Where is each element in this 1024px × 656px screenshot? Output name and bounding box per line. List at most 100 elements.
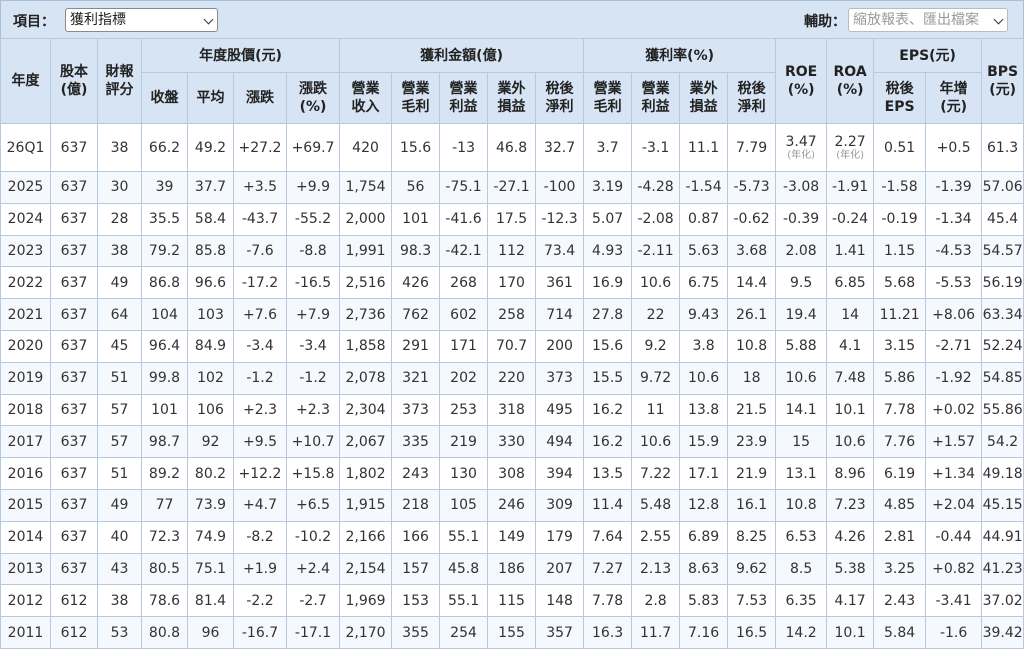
table-cell: 92: [187, 425, 234, 459]
table-cell: 17.5: [487, 202, 537, 236]
table-cell: 10.1: [826, 616, 875, 649]
table-cell: 5.07: [583, 202, 633, 236]
table-cell: 2017: [0, 425, 51, 459]
table-cell: 8.96: [826, 457, 875, 490]
table-cell: +15.8: [285, 457, 341, 490]
table-cell: 38: [97, 123, 142, 172]
table-cell: 2025: [0, 171, 51, 204]
table-cell: 246: [487, 488, 537, 522]
table-cell: 73.9: [187, 488, 234, 522]
table-cell: +6.5: [285, 488, 341, 522]
table-cell: 602: [439, 298, 489, 331]
table-cell: 18: [727, 361, 777, 395]
table-cell: 44.91: [981, 520, 1024, 554]
table-cell: 79.2: [141, 234, 188, 268]
table-cell: 46.8: [487, 123, 537, 172]
table-cell: 32.7: [535, 123, 585, 172]
table-cell: 22: [631, 298, 681, 331]
table-cell: 96.6: [187, 266, 234, 300]
table-cell: 54.2: [981, 425, 1024, 459]
table-cell: +1.9: [233, 552, 287, 586]
table-cell: 7.23: [826, 488, 875, 522]
table-cell: +9.5: [233, 425, 287, 459]
table-cell: 84.9: [187, 329, 234, 363]
table-cell: 16.3: [583, 616, 633, 649]
table-row: 26Q1 637 38 66.2 49.2 +27.2 +69.7 420 15.6 -13 46.…: [0, 123, 1024, 172]
table-cell: -3.08: [775, 171, 828, 204]
table-cell: -17.1: [285, 616, 341, 649]
table-cell: 7.53: [727, 584, 777, 618]
table-cell: 57.06: [981, 171, 1024, 204]
table-cell: 762: [391, 298, 441, 331]
table-cell: 2014: [0, 520, 51, 554]
table-cell: 2021: [0, 298, 51, 331]
col-rating: 財報 評分: [97, 38, 142, 124]
table-cell: 8.25: [727, 520, 777, 554]
table-cell: 714: [535, 298, 585, 331]
table-cell: -55.2: [285, 202, 341, 236]
table-cell: 207: [535, 552, 585, 586]
col-eps: 稅後 EPS: [873, 72, 927, 124]
table-cell: 7.64: [583, 520, 633, 554]
table-cell: -2.08: [631, 202, 681, 236]
col-non-operating-margin: 業外 損益: [679, 72, 729, 124]
table-cell: 53: [97, 616, 142, 649]
table-cell: -16.7: [233, 616, 287, 649]
table-cell: 15.6: [583, 329, 633, 363]
table-cell: 495: [535, 393, 585, 427]
aux-select[interactable]: 縮放報表、匯出檔案: [848, 8, 1008, 32]
table-cell: 10.6: [775, 361, 828, 395]
table-cell: 330: [487, 425, 537, 459]
table-cell: +3.5: [233, 171, 287, 204]
table-cell: 16.9: [583, 266, 633, 300]
table-cell: 637: [50, 393, 98, 427]
table-cell: -1.54: [679, 171, 729, 204]
table-cell: 81.4: [187, 584, 234, 618]
table-cell: 3.47 (年化): [775, 123, 828, 172]
table-cell: 637: [50, 329, 98, 363]
group-price: 年度股價(元): [140, 38, 341, 73]
table-cell: 637: [50, 425, 98, 459]
table-row: 2014 637 40 72.3 74.9 -8.2 -10.2 2,166 166 55.1 14…: [0, 520, 1024, 554]
table-cell: 10.6: [826, 425, 875, 459]
table-cell: 321: [391, 361, 441, 395]
table-cell: 357: [535, 616, 585, 649]
table-cell: 37.02: [981, 584, 1024, 618]
table-cell: +0.82: [925, 552, 983, 586]
table-cell: 56: [391, 171, 441, 204]
table-cell: 21.5: [727, 393, 777, 427]
table-cell: +8.06: [925, 298, 983, 331]
table-row: 2017 637 57 98.7 92 +9.5 +10.7 2,067 335 219 330 49…: [0, 425, 1024, 459]
table-cell: 85.8: [187, 234, 234, 268]
table-cell: -8.8: [285, 234, 341, 268]
table-cell: 494: [535, 425, 585, 459]
table-cell: 5.38: [826, 552, 875, 586]
table-cell: 58.4: [187, 202, 234, 236]
table-cell: 10.6: [679, 361, 729, 395]
table-cell: 166: [391, 520, 441, 554]
table-cell: +0.5: [925, 123, 983, 172]
table-cell: 10.6: [631, 425, 681, 459]
table-cell: -8.2: [233, 520, 287, 554]
table-cell: 200: [535, 329, 585, 363]
col-close: 收盤: [141, 72, 188, 124]
table-cell: -10.2: [285, 520, 341, 554]
table-cell: 219: [439, 425, 489, 459]
table-cell: 2015: [0, 488, 51, 522]
table-cell: 1.15: [873, 234, 927, 268]
table-cell: 14.4: [727, 266, 777, 300]
table-cell: +2.04: [925, 488, 983, 522]
col-change-pct: 漲跌 (%): [285, 72, 341, 124]
metric-select[interactable]: 獲利指標: [65, 8, 218, 32]
table-cell: 3.68: [727, 234, 777, 268]
table-cell: 45: [97, 329, 142, 363]
table-cell: 54.57: [981, 234, 1024, 268]
table-cell: 21.9: [727, 457, 777, 490]
table-cell: 7.48: [826, 361, 875, 395]
table-cell: 11: [631, 393, 681, 427]
table-cell: 35.5: [141, 202, 188, 236]
table-cell: 89.2: [141, 457, 188, 490]
profit-table: 年度 股本 (億) 財報 評分 年度股價(元) 獲利金額(億) 獲利率(%) ROE…: [0, 38, 1024, 649]
col-bps: BPS (元): [981, 38, 1024, 124]
table-cell: 101: [391, 202, 441, 236]
